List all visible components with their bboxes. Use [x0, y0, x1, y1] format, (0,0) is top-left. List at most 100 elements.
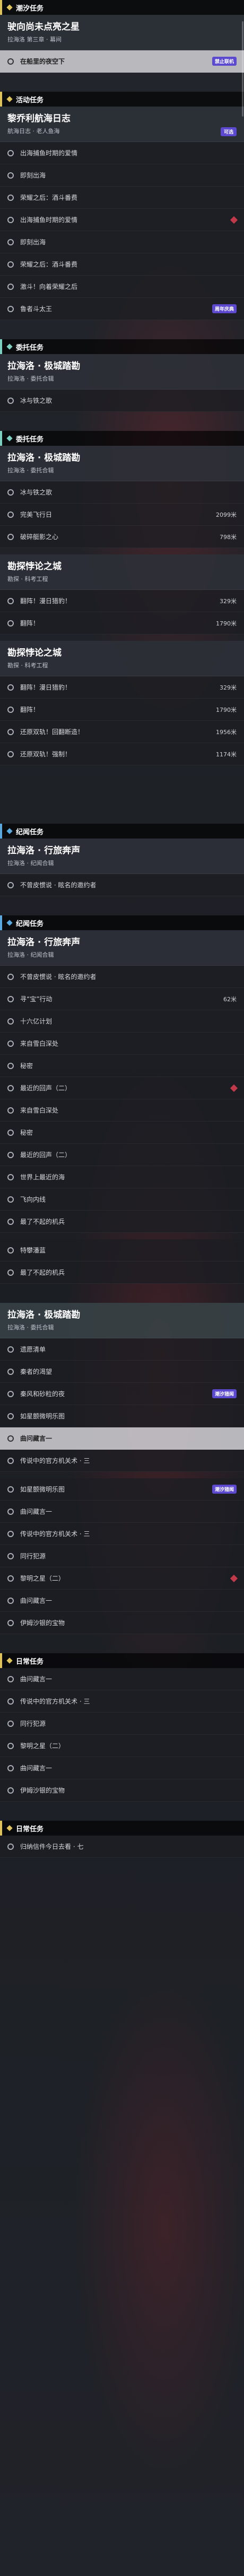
step-label: 冰与铁之歌 — [20, 397, 53, 404]
quest-card-title[interactable]: 黎乔利航海日志 航海日志 · 老人鱼海 可选 — [0, 107, 244, 142]
quest-step-row[interactable]: 传说中的官方机关术 · 三 — [0, 1690, 244, 1713]
quest-list: 潮汐任务 驶向尚未点亮之星 拉海洛 第三章 · 幕间 在船里的夜空下 禁止联机活动任务黎… — [0, 0, 244, 1877]
step-status-icon — [7, 1508, 14, 1515]
quest-step-row[interactable]: 来自雪白深处 — [0, 1033, 244, 1055]
step-status-icon — [7, 1062, 14, 1069]
quest-card-title[interactable]: 拉海洛 · 行旅奔声 拉海洛 · 纪闻合辑 — [0, 839, 244, 874]
quest-step-row[interactable]: 翻阵！漫日猎豹！ 329米 — [0, 676, 244, 699]
quest-step-row[interactable]: 曲问藏言一 — [0, 1427, 244, 1450]
quest-step-row[interactable]: 最近的回声（二） — [0, 1144, 244, 1166]
quest-card-title[interactable]: 勘探悖论之城 勘探 · 科考工程 — [0, 554, 244, 590]
section-header[interactable]: 纪闻任务 — [0, 824, 244, 839]
section-header-label: 活动任务 — [16, 96, 44, 104]
section-diamond-icon — [6, 343, 13, 350]
quest-step-row[interactable]: 还原双轨！强制！ 1174米 — [0, 743, 244, 765]
quest-step-row[interactable]: 黎明之星（二） — [0, 1735, 244, 1757]
quest-card-title[interactable]: 拉海洛 · 极城踏勘 拉海洛 · 委托合辑 — [0, 354, 244, 390]
section-header[interactable]: 日常任务 — [0, 1653, 244, 1668]
quest-step-row[interactable]: 如星颤微明乐图 — [0, 1405, 244, 1427]
quest-step-row[interactable]: 同行犯源 — [0, 1545, 244, 1567]
step-label: 完美飞行日 — [20, 511, 53, 518]
quest-step-row[interactable]: 伊姆沙银的宝物 — [0, 1612, 244, 1634]
scrollbar-thumb[interactable] — [242, 21, 243, 117]
step-label: 归纳信件今日去看 · 七 — [20, 1843, 84, 1850]
quest-step-row[interactable]: 曲问藏言一 — [0, 1501, 244, 1523]
quest-step-row[interactable]: 冰与铁之歌 — [0, 481, 244, 504]
quest-card-title[interactable]: 拉海洛 · 极城踏勘 拉海洛 · 委托合辑 — [0, 1303, 244, 1338]
quest-title: 拉海洛 · 行旅奔声 — [7, 845, 81, 856]
quest-step-row[interactable]: 还原双轨！回翻断造！ 1956米 — [0, 721, 244, 743]
quest-step-row[interactable]: 归纳信件今日去看 · 七 — [0, 1836, 244, 1858]
quest-step-row[interactable]: 荣耀之后：酒斗番费 — [0, 253, 244, 276]
step-status-icon — [7, 1457, 14, 1464]
section-header[interactable]: 活动任务 — [0, 92, 244, 107]
quest-step-row[interactable]: 不曾皮惯说 · 眩名的邀约者 — [0, 966, 244, 988]
quest-step-row[interactable]: 飞向内线 — [0, 1188, 244, 1211]
step-label: 最近的回声（二） — [20, 1151, 72, 1159]
quest-step-row[interactable]: 完美飞行日 2099米 — [0, 504, 244, 526]
quest-step-row[interactable]: 特攀潘蓝 — [0, 1239, 244, 1261]
step-label: 曲问藏言一 — [20, 1765, 53, 1772]
step-status-icon — [7, 1843, 14, 1850]
step-status-icon — [7, 149, 14, 156]
quest-step-row[interactable]: 传说中的官方机关术 · 三 — [0, 1450, 244, 1472]
quest-step-row[interactable]: 寻“宝”行动 62米 — [0, 988, 244, 1010]
quest-card-title[interactable]: 勘探悖论之城 勘探 · 科考工程 — [0, 641, 244, 676]
quest-step-row[interactable]: 出海捕鱼时期的爱情 — [0, 209, 244, 231]
step-label: 荣耀之后：酒斗番费 — [20, 194, 78, 201]
section-header[interactable]: 委托任务 — [0, 431, 244, 446]
card-gap — [0, 1472, 244, 1478]
quest-step-row[interactable]: 最近的回声（二） — [0, 1077, 244, 1099]
quest-step-row[interactable]: 如星颤微明乐图 潮汐猎闻 — [0, 1478, 244, 1501]
step-distance: 62米 — [223, 995, 237, 1003]
section-header[interactable]: 纪闻任务 — [0, 915, 244, 930]
quest-step-row[interactable]: 冰与铁之歌 — [0, 390, 244, 412]
quest-subtitle: 勘探 · 科考工程 — [7, 576, 48, 583]
quest-step-row[interactable]: 世界上最近的海 — [0, 1166, 244, 1188]
quest-step-row[interactable]: 即刻出海 — [0, 231, 244, 253]
step-label: 来自雪白深处 — [20, 1040, 59, 1047]
quest-card-title[interactable]: 驶向尚未点亮之星 拉海洛 第三章 · 幕间 — [0, 15, 244, 50]
quest-step-row[interactable]: 出海捕鱼时期的爱情 — [0, 142, 244, 164]
quest-step-row[interactable]: 同行犯源 — [0, 1713, 244, 1735]
quest-card-title[interactable]: 拉海洛 · 行旅奔声 拉海洛 · 纪闻合辑 — [0, 930, 244, 966]
quest-step-row[interactable]: 荣耀之后：酒斗番费 — [0, 187, 244, 209]
quest-title: 黎乔利航海日志 — [7, 113, 71, 124]
quest-step-row[interactable]: 鲁者斗太王 周年庆典 — [0, 298, 244, 320]
quest-step-row[interactable]: 最了不起的机兵 — [0, 1211, 244, 1233]
section-header[interactable]: 潮汐任务 — [0, 0, 244, 15]
step-status-icon — [7, 1196, 14, 1203]
quest-step-row[interactable]: 最了不起的机兵 — [0, 1261, 244, 1284]
quest-step-row[interactable]: 曲问藏言一 — [0, 1757, 244, 1779]
quest-step-row[interactable]: 翻阵！ 1790米 — [0, 699, 244, 721]
step-label: 黎明之星（二） — [20, 1742, 65, 1750]
quest-step-row[interactable]: 伊姆沙银的宝物 — [0, 1779, 244, 1802]
quest-step-row[interactable]: 黎明之星（二） — [0, 1567, 244, 1590]
quest-step-row[interactable]: 翻阵！ 1790米 — [0, 612, 244, 634]
quest-step-row[interactable]: 破碎艇影之心 798米 — [0, 526, 244, 548]
quest-step-row[interactable]: 不曾皮惯说 · 眩名的邀约者 — [0, 874, 244, 896]
section-header[interactable]: 日常任务 — [0, 1821, 244, 1836]
quest-step-row[interactable]: 在船里的夜空下 禁止联机 — [0, 50, 244, 73]
quest-step-row[interactable]: 曲问藏言一 — [0, 1590, 244, 1612]
quest-step-row[interactable]: 十六亿计划 — [0, 1010, 244, 1033]
quest-step-row[interactable]: 翻阵！漫日猎豹！ 329米 — [0, 590, 244, 612]
quest-step-row[interactable]: 遗愿清单 — [0, 1338, 244, 1361]
quest-step-row[interactable]: 来自雪白深处 — [0, 1099, 244, 1122]
quest-step-row[interactable]: 秘密 — [0, 1055, 244, 1077]
section-header[interactable]: 委托任务 — [0, 339, 244, 354]
step-label: 十六亿计划 — [20, 1018, 53, 1025]
quest-step-row[interactable]: 秦风和砂粒的夜 潮汐猎闻 — [0, 1383, 244, 1405]
quest-step-row[interactable]: 即刻出海 — [0, 164, 244, 187]
quest-step-row[interactable]: 曲问藏言一 — [0, 1668, 244, 1690]
quest-step-row[interactable]: 传说中的官方机关术 · 三 — [0, 1523, 244, 1545]
quest-step-row[interactable]: 秘密 — [0, 1122, 244, 1144]
step-label: 传说中的官方机关术 · 三 — [20, 1530, 90, 1538]
quest-step-row[interactable]: 激斗！向着荣耀之后 — [0, 276, 244, 298]
step-status-icon — [7, 1151, 14, 1158]
quest-step-row[interactable]: 秦者的渴望 — [0, 1361, 244, 1383]
section-header-label: 委托任务 — [16, 435, 44, 444]
quest-card-title[interactable]: 拉海洛 · 极城踏勘 拉海洛 · 委托合辑 — [0, 446, 244, 481]
